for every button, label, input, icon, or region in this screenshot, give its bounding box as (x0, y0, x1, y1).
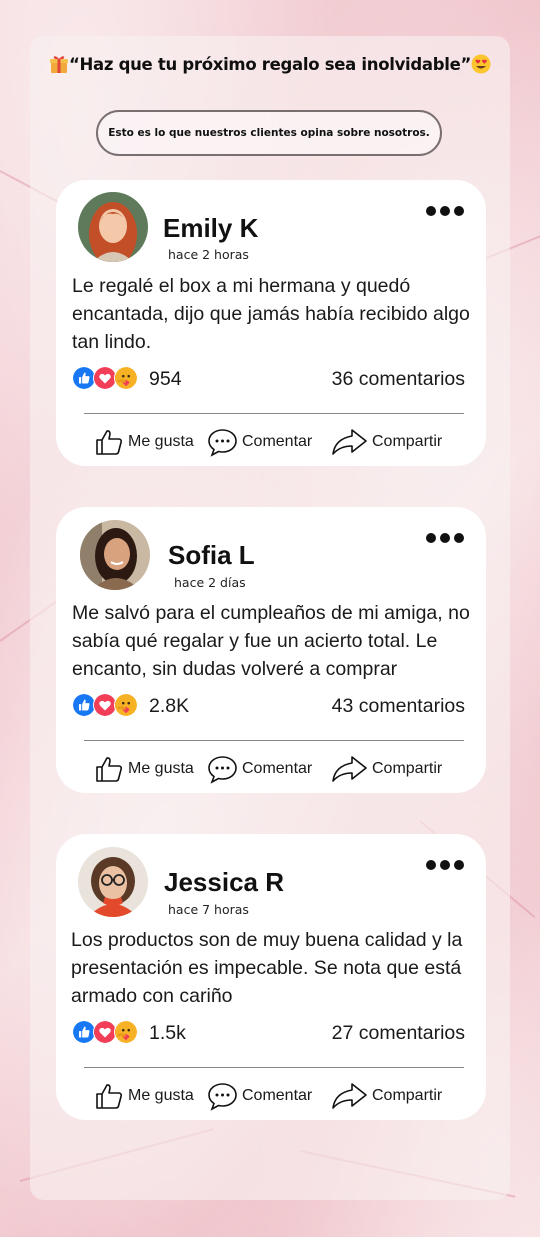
like-label: Me gusta (128, 433, 194, 450)
share-label: Compartir (372, 1087, 443, 1104)
post-actions: Me gusta Comentar Compartir (56, 425, 486, 459)
author-name[interactable]: Emily K (163, 213, 258, 244)
comment-count[interactable]: 27 comentarios (332, 1022, 465, 1045)
comment-label: Comentar (242, 433, 313, 450)
share-button[interactable]: Compartir (330, 1081, 442, 1111)
comment-bubble-icon (208, 1083, 237, 1111)
more-options-icon[interactable] (426, 206, 464, 216)
care-reaction-icon (114, 693, 138, 717)
like-label: Me gusta (128, 760, 194, 777)
more-options-icon[interactable] (426, 533, 464, 543)
like-button[interactable]: Me gusta (94, 1081, 194, 1111)
care-reaction-icon (114, 366, 138, 390)
divider (84, 1067, 464, 1068)
avatar (80, 520, 150, 590)
comment-label: Comentar (242, 760, 313, 777)
care-reaction-icon (114, 1020, 138, 1044)
comment-count[interactable]: 36 comentarios (332, 368, 465, 391)
reaction-count[interactable]: 2.8K (149, 695, 189, 718)
avatar (78, 192, 148, 262)
comment-button[interactable]: Comentar (207, 1081, 312, 1111)
review-card: Jessica R hace 7 horas Los productos son… (56, 834, 486, 1120)
share-button[interactable]: Compartir (330, 427, 442, 457)
review-text: Me salvó para el cumpleaños de mi amiga,… (72, 602, 470, 680)
review-text: Le regalé el box a mi hermana y quedó en… (72, 275, 470, 353)
reactions-summary[interactable] (72, 366, 142, 392)
header-title: “Haz que tu próximo regalo sea inolvidab… (68, 55, 472, 74)
reactions-summary[interactable] (72, 1020, 142, 1046)
comment-bubble-icon (208, 429, 237, 457)
gift-icon (49, 56, 68, 73)
share-button[interactable]: Compartir (330, 754, 442, 784)
comment-button[interactable]: Comentar (207, 754, 312, 784)
comment-label: Comentar (242, 1087, 313, 1104)
comment-bubble-icon (208, 756, 237, 784)
reaction-count[interactable]: 954 (149, 368, 182, 391)
review-card: Sofia L hace 2 días Me salvó para el cum… (56, 507, 486, 793)
page-header: “Haz que tu próximo regalo sea inolvidab… (0, 54, 540, 74)
share-arrow-icon (332, 756, 367, 782)
subtitle-pill: Esto es lo que nuestros clientes opina s… (96, 110, 442, 156)
reaction-count[interactable]: 1.5k (149, 1022, 186, 1045)
divider (84, 413, 464, 414)
share-arrow-icon (332, 429, 367, 455)
post-time[interactable]: hace 7 horas (168, 902, 249, 917)
comment-count[interactable]: 43 comentarios (332, 695, 465, 718)
like-button[interactable]: Me gusta (94, 427, 194, 457)
heart-eyes-icon (471, 54, 491, 74)
review-text: Los productos son de muy buena calidad y… (71, 929, 463, 1007)
share-label: Compartir (372, 760, 443, 777)
post-time[interactable]: hace 2 horas (168, 247, 249, 262)
share-arrow-icon (332, 1083, 367, 1109)
like-label: Me gusta (128, 1087, 194, 1104)
post-actions: Me gusta Comentar Compartir (56, 752, 486, 786)
reactions-summary[interactable] (72, 693, 142, 719)
avatar (78, 847, 148, 917)
review-card: Emily K hace 2 horas Le regalé el box a … (56, 180, 486, 466)
thumbs-up-icon (96, 757, 123, 782)
like-button[interactable]: Me gusta (94, 754, 194, 784)
post-actions: Me gusta Comentar Compartir (56, 1079, 486, 1113)
thumbs-up-icon (96, 1084, 123, 1109)
author-name[interactable]: Jessica R (164, 867, 284, 898)
post-time[interactable]: hace 2 días (174, 575, 246, 590)
thumbs-up-icon (96, 430, 123, 455)
divider (84, 740, 464, 741)
share-label: Compartir (372, 433, 443, 450)
more-options-icon[interactable] (426, 860, 464, 870)
comment-button[interactable]: Comentar (207, 427, 312, 457)
author-name[interactable]: Sofia L (168, 540, 255, 571)
